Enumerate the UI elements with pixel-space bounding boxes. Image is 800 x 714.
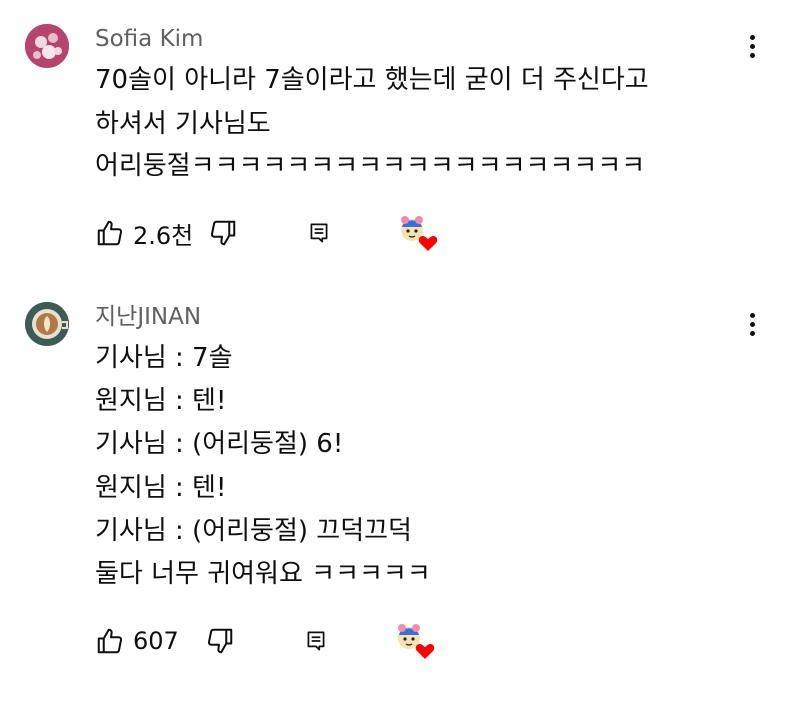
- avatar-image: [25, 24, 69, 68]
- creator-heart-icon: [398, 624, 435, 659]
- reply-comment-icon: [307, 631, 325, 651]
- comment-text-line: 원지님 : 텐!: [95, 473, 227, 503]
- like-button[interactable]: 607: [95, 621, 179, 661]
- comment-author[interactable]: 지난JINAN: [95, 302, 201, 332]
- creator-heart: [398, 213, 440, 253]
- comment-text-line: 둘다 너무 귀여워요 ㅋㅋㅋㅋㅋ: [95, 559, 431, 589]
- thumbs-up-icon: [97, 628, 123, 654]
- creator-heart-icon: [401, 216, 438, 251]
- like-count: 2.6천: [133, 221, 194, 250]
- like-count: 607: [133, 627, 179, 655]
- comment-text-line: 기사님 : (어리둥절) 끄덕끄덕: [95, 516, 412, 546]
- comment-author[interactable]: Sofia Kim: [95, 24, 203, 54]
- dislike-button[interactable]: [205, 621, 235, 661]
- creator-heart: [395, 621, 437, 661]
- thumbs-down-icon: [210, 220, 236, 246]
- comment-text-line: 70솔이 아니라 7솔이라고 했는데 굳이 더 주신다고: [95, 65, 649, 95]
- avatar-image: [25, 302, 69, 346]
- reply-button[interactable]: [306, 213, 332, 253]
- comment-text-line: 어리둥절ㅋㅋㅋㅋㅋㅋㅋㅋㅋㅋㅋㅋㅋㅋㅋㅋㅋㅋㅋ: [95, 151, 646, 181]
- dislike-button[interactable]: [208, 213, 238, 253]
- author-avatar[interactable]: [25, 24, 69, 68]
- reply-comment-icon: [310, 223, 328, 243]
- comment-actions: 607: [0, 621, 800, 661]
- comment-text-line: 기사님 : (어리둥절) 6!: [95, 429, 344, 459]
- more-options-button[interactable]: [740, 310, 764, 340]
- comment-actions: 2.6천: [0, 213, 800, 253]
- comment-text-line: 기사님 : 7솔: [95, 343, 233, 373]
- reply-button[interactable]: [303, 621, 329, 661]
- comment-text-line: 하셔서 기사님도: [95, 109, 271, 139]
- more-options-button[interactable]: [740, 32, 764, 62]
- author-avatar[interactable]: [25, 302, 69, 346]
- comment-text-line: 원지님 : 텐!: [95, 386, 227, 416]
- thumbs-up-icon: [97, 220, 123, 246]
- like-button[interactable]: 2.6천: [95, 213, 193, 253]
- thumbs-down-icon: [207, 628, 233, 654]
